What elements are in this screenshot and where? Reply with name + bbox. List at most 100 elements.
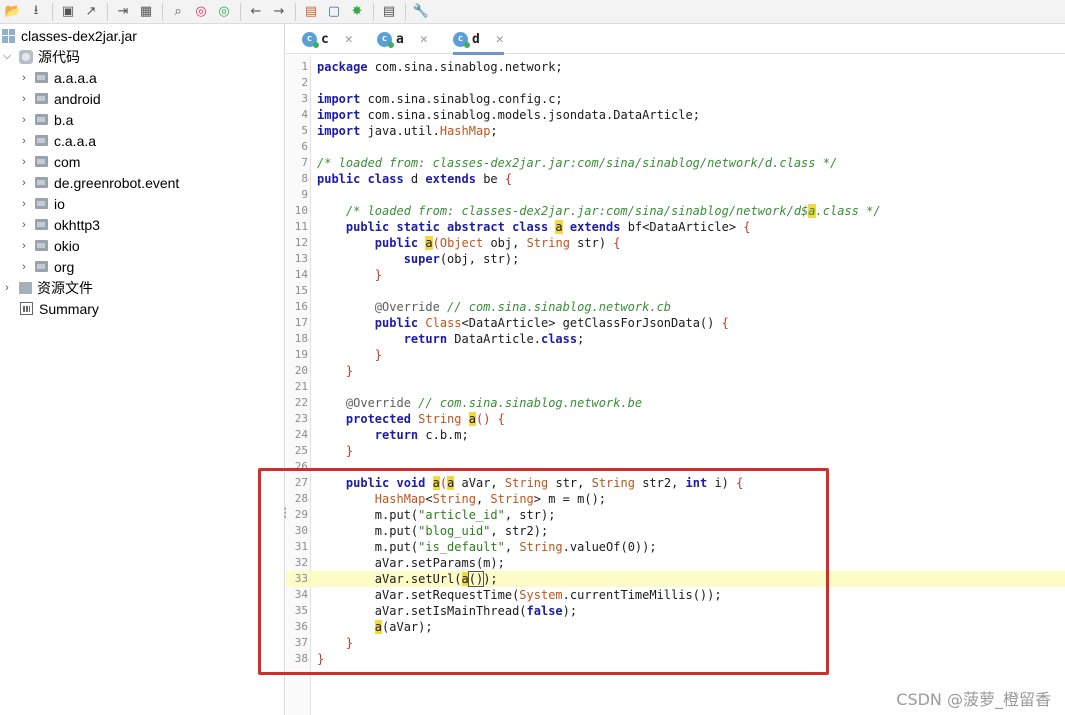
tree-package-item[interactable]: › okio: [17, 235, 80, 256]
chevron-right-icon[interactable]: ›: [17, 72, 31, 84]
toolbar-separator: [240, 2, 241, 21]
code-editor[interactable]: 1 package com.sina.sinablog.network; 2 3i…: [286, 55, 1065, 715]
code-line: 38}: [294, 652, 325, 666]
code-line: 26: [294, 460, 308, 473]
open-folder-icon[interactable]: 📂: [2, 1, 24, 23]
chevron-right-icon[interactable]: ›: [17, 93, 31, 105]
code-line: 35 aVar.setIsMainThread(false);: [294, 604, 578, 618]
toolbar-separator: [52, 2, 53, 21]
code-line: 23 protected String a() {: [294, 412, 505, 426]
deobfuscate-icon[interactable]: ▤: [300, 1, 322, 23]
class-icon: c: [453, 31, 470, 48]
chevron-right-icon[interactable]: ›: [17, 156, 31, 168]
toolbar-separator: [373, 2, 374, 21]
code-line: 16 @Override // com.sina.sinablog.networ…: [294, 300, 672, 314]
tree-package-item[interactable]: › b.a: [17, 109, 73, 130]
code-line: 7/* loaded from: classes-dex2jar.jar:com…: [301, 156, 838, 170]
step-icon[interactable]: ⇥: [112, 1, 134, 23]
source-package-icon: [19, 49, 33, 64]
log-icon[interactable]: ▤: [378, 1, 400, 23]
forward-arrow-icon[interactable]: →: [268, 1, 290, 23]
package-icon: [35, 177, 48, 188]
tab-c[interactable]: c c ✕: [302, 24, 353, 54]
package-icon: [35, 72, 48, 83]
tab-a[interactable]: c a ✕: [377, 24, 428, 54]
code-line: 24 return c.b.m;: [294, 428, 469, 442]
tree-package-label: okhttp3: [54, 216, 100, 233]
export-icon[interactable]: ⭳: [25, 1, 47, 23]
close-icon[interactable]: ✕: [420, 32, 428, 47]
tree-package-item[interactable]: › io: [17, 193, 65, 214]
chevron-down-icon[interactable]: ⌵: [0, 50, 14, 63]
tree-package-item[interactable]: › okhttp3: [17, 214, 100, 235]
save-icon[interactable]: ▣: [57, 1, 79, 23]
tab-d[interactable]: c d ✕: [453, 24, 504, 55]
tree-package-item[interactable]: › com: [17, 151, 80, 172]
code-line: 13 super(obj, str);: [294, 252, 520, 266]
code-line: 21: [294, 380, 308, 393]
tree-package-label: b.a: [54, 111, 74, 128]
bug-icon[interactable]: ✸: [346, 1, 368, 23]
chevron-right-icon[interactable]: ›: [17, 261, 31, 273]
package-icon: [35, 261, 48, 272]
code-line: 37 }: [294, 636, 354, 650]
search-icon[interactable]: ⌕: [167, 1, 189, 23]
chevron-right-icon[interactable]: ›: [17, 198, 31, 210]
tree-package-item[interactable]: › c.a.a.a: [17, 130, 96, 151]
tree-resources-node[interactable]: › 资源文件: [0, 277, 93, 298]
find-usage-icon[interactable]: ◎: [213, 1, 235, 23]
tree-summary-node[interactable]: Summary: [0, 298, 99, 319]
code-line: 2: [301, 76, 308, 89]
class-icon: c: [302, 31, 319, 48]
tree-source-node[interactable]: ⌵ 源代码: [0, 46, 80, 67]
tree-package-label: org: [54, 258, 75, 275]
summary-chart-icon: [20, 302, 33, 315]
project-tree: classes-dex2jar.jar ⌵ 源代码 › a.a.a.a › an…: [0, 24, 285, 715]
external-link-icon[interactable]: ↗: [80, 1, 102, 23]
code-line: 34 aVar.setRequestTime(System.currentTim…: [294, 588, 722, 602]
tree-package-label: com: [54, 153, 81, 170]
chevron-right-icon[interactable]: ›: [17, 135, 31, 147]
toolbar-separator: [107, 2, 108, 21]
back-arrow-icon[interactable]: ←: [245, 1, 267, 23]
chevron-right-icon[interactable]: ›: [0, 282, 14, 294]
tree-package-item[interactable]: › org: [17, 256, 74, 277]
toolbar-separator: [162, 2, 163, 21]
tree-root-jar[interactable]: classes-dex2jar.jar: [2, 25, 137, 46]
tree-package-label: a.a.a.a: [54, 69, 97, 86]
tree-root-label: classes-dex2jar.jar: [21, 27, 137, 44]
editor-tabs: c c ✕ c a ✕ c d ✕: [286, 24, 1065, 55]
code-line: 10 /* loaded from: classes-dex2jar.jar:c…: [294, 204, 881, 218]
code-line: 5 import java.util.HashMap;: [301, 124, 498, 138]
tree-package-item[interactable]: › android: [17, 88, 101, 109]
tab-label: c: [321, 31, 329, 47]
tab-label: a: [396, 31, 404, 47]
code-line: 11 public static abstract class a extend…: [294, 220, 751, 234]
decompile-icon[interactable]: ▦: [135, 1, 157, 23]
code-line: 12 public a(Object obj, String str) {: [294, 236, 621, 250]
code-line: 1 package com.sina.sinablog.network;: [301, 60, 563, 74]
tree-package-item[interactable]: › de.greenrobot.event: [17, 172, 179, 193]
chevron-right-icon[interactable]: ›: [17, 114, 31, 126]
find-class-icon[interactable]: ◎: [190, 1, 212, 23]
code-line: 27 public void a(a aVar, String str, Str…: [294, 476, 744, 490]
chevron-right-icon[interactable]: ›: [17, 240, 31, 252]
code-line: 8 public class d extends be {: [301, 172, 513, 186]
chevron-right-icon[interactable]: ›: [17, 177, 31, 189]
tree-package-label: io: [54, 195, 65, 212]
tree-package-label: de.greenrobot.event: [54, 174, 180, 191]
tree-package-item[interactable]: › a.a.a.a: [17, 67, 97, 88]
close-icon[interactable]: ✕: [345, 32, 353, 47]
code-line: 17 public Class<DataArticle> getClassFor…: [294, 316, 729, 330]
jar-icon: [2, 28, 16, 43]
settings-wrench-icon[interactable]: 🔧: [410, 1, 432, 23]
chevron-right-icon[interactable]: ›: [17, 219, 31, 231]
code-line: 6: [301, 140, 308, 153]
package-icon: [35, 93, 48, 104]
code-line: 29 m.put("article_id", str);: [294, 508, 556, 522]
close-icon[interactable]: ✕: [496, 32, 504, 47]
tree-summary-label: Summary: [39, 300, 99, 317]
bookmark-icon[interactable]: ▢: [323, 1, 345, 23]
tab-label: d: [472, 31, 480, 47]
tree-package-label: c.a.a.a: [54, 132, 97, 149]
